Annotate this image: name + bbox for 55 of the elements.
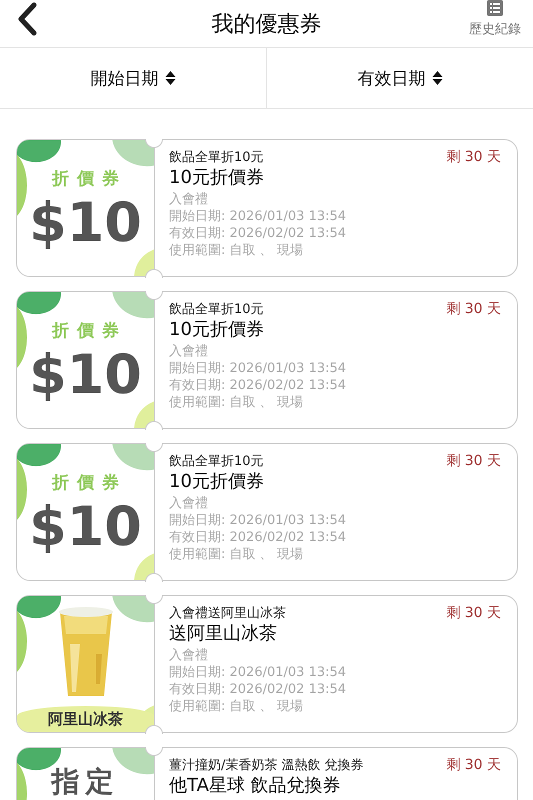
back-icon[interactable] <box>16 2 38 36</box>
coupon-detail: 開始日期: 2026/01/03 13:54 <box>169 208 348 225</box>
remaining-days: 剩 30 天 <box>446 757 501 774</box>
coupon-card[interactable]: 阿里山冰茶 入會禮送阿里山冰茶 剩 30 天 送阿里山冰茶 入會禮 開始日期: 2026/01/03 13:54 有效日期: 2026/02/02 13:54 使用範圍: 自取 、 現場 <box>16 595 518 733</box>
coupon-subtitle: 飲品全單折10元 <box>169 453 264 470</box>
coupon-detail: 入會禮 <box>169 343 209 360</box>
remaining-days: 剩 30 天 <box>446 453 501 470</box>
coupon-subtitle: 飲品全單折10元 <box>169 149 264 166</box>
ticket-notch <box>145 746 163 756</box>
sort-icon <box>164 70 176 86</box>
coupon-card[interactable]: 折價券 $10 飲品全單折10元 剩 30 天 10元折價券 入會禮 開始日期: 2026/01/03 13:54 有效日期: 2026/02/02 13:54 使用範圍: 自取 、 現場 <box>16 291 518 429</box>
coupon-type-label: 折價券 <box>50 320 127 342</box>
ticket-notch <box>145 442 163 452</box>
coupon-detail: 有效日期: 2026/02/02 13:54 <box>169 529 348 546</box>
history-link[interactable]: 歷史紀錄 <box>469 20 521 38</box>
coupon-title: 10元折價券 <box>169 471 265 493</box>
remaining-days: 剩 30 天 <box>446 301 501 318</box>
coupon-detail: 有效日期: 2026/02/02 13:54 <box>169 225 348 242</box>
coupon-title: 他TA星球 飲品兌換券 <box>169 775 342 797</box>
ticket-notch <box>145 138 163 148</box>
remaining-days: 剩 30 天 <box>446 149 501 166</box>
coupon-detail: 入會禮 <box>169 495 209 512</box>
coupon-detail: 使用範圍: 自取 、 現場 <box>169 242 304 259</box>
coupon-type-label: 指定 <box>52 766 120 798</box>
product-caption: 阿里山冰茶 <box>17 706 154 732</box>
coupon-detail: 使用範圍: 自取 、 現場 <box>169 546 304 563</box>
coupon-amount: $10 <box>29 196 142 250</box>
coupon-title: 10元折價券 <box>169 319 265 341</box>
coupon-detail: 入會禮 <box>169 191 209 208</box>
page-title: 我的優惠券 <box>212 10 322 38</box>
coupon-type-label: 折價券 <box>50 472 127 494</box>
coupon-type-label: 折價券 <box>50 168 127 190</box>
coupon-subtitle: 飲品全單折10元 <box>169 301 264 318</box>
coupon-subtitle: 薑汁撞奶/茉香奶茶 溫熱飲 兌換券 <box>169 757 364 774</box>
coupon-detail: 有效日期: 2026/02/02 13:54 <box>169 681 348 698</box>
coupon-detail: 開始日期: 2026/01/03 13:54 <box>169 360 348 377</box>
coupon-detail: 入會禮 <box>169 647 209 664</box>
coupon-title: 送阿里山冰茶 <box>169 623 278 645</box>
remaining-days: 剩 30 天 <box>446 605 501 622</box>
ticket-notch <box>145 594 163 604</box>
coupon-amount: $10 <box>29 500 142 554</box>
coupon-detail: 開始日期: 2026/01/03 13:54 <box>169 512 348 529</box>
coupon-title: 10元折價券 <box>169 167 265 189</box>
list-icon[interactable] <box>487 0 503 16</box>
coupon-card[interactable]: 指定 薑汁撞奶/茉香奶茶 溫熱飲 兌換券 剩 30 天 他TA星球 飲品兌換券 <box>16 747 518 800</box>
coupon-detail: 使用範圍: 自取 、 現場 <box>169 394 304 411</box>
coupon-detail: 有效日期: 2026/02/02 13:54 <box>169 377 348 394</box>
coupon-detail: 開始日期: 2026/01/03 13:54 <box>169 664 348 681</box>
coupon-card[interactable]: 折價券 $10 飲品全單折10元 剩 30 天 10元折價券 入會禮 開始日期: 2026/01/03 13:54 有效日期: 2026/02/02 13:54 使用範圍: 自取 、 現場 <box>16 139 518 277</box>
sort-icon <box>432 70 442 86</box>
coupon-card[interactable]: 折價券 $10 飲品全單折10元 剩 30 天 10元折價券 入會禮 開始日期: 2026/01/03 13:54 有效日期: 2026/02/02 13:54 使用範圍: 自取 、 現場 <box>16 443 518 581</box>
coupon-subtitle: 入會禮送阿里山冰茶 <box>169 605 286 622</box>
coupon-amount: $10 <box>29 348 142 402</box>
coupon-detail: 使用範圍: 自取 、 現場 <box>169 698 304 715</box>
ticket-notch <box>145 290 163 300</box>
